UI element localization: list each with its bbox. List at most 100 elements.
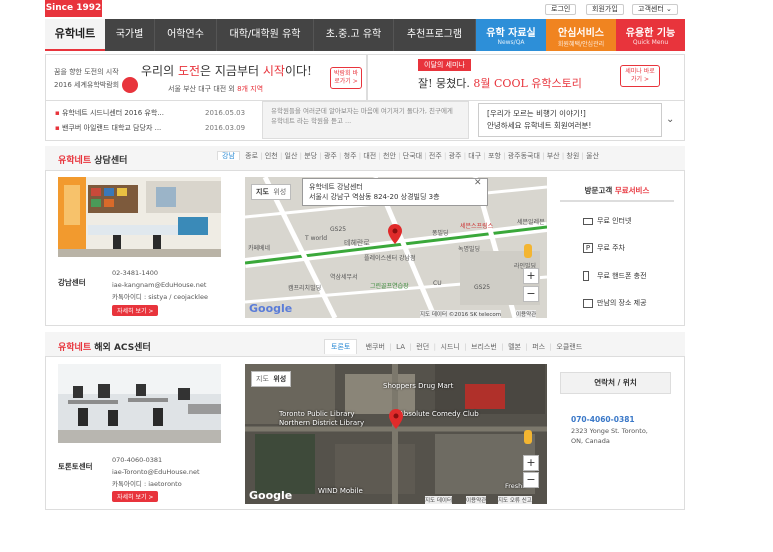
nav-recommend[interactable]: 추천프로그램	[394, 19, 476, 51]
tab-center[interactable]: 단국대	[403, 152, 422, 160]
news-date: 2016.03.09	[205, 124, 246, 132]
service-label: 무료 주차	[597, 244, 625, 252]
tab-center[interactable]: 종로	[245, 152, 258, 160]
tab-center[interactable]: 천안	[383, 152, 396, 160]
tab-center[interactable]: 분당	[304, 152, 317, 160]
tab-center[interactable]: 부산	[547, 152, 560, 160]
tab-gangnam[interactable]: 강남	[217, 151, 240, 160]
gangnam-center-photo	[58, 177, 221, 257]
seminar-button[interactable]: 세미나 바로가기 >	[620, 65, 660, 87]
tab-center[interactable]: 대전	[363, 152, 376, 160]
tab-center[interactable]: 인천	[265, 152, 278, 160]
map-label: Toronto Public Library	[279, 410, 355, 418]
tab-center[interactable]: 포항	[488, 152, 501, 160]
nav-safety-service[interactable]: 안심서비스 회원혜택/안심관리	[546, 19, 616, 51]
tab-center[interactable]: 창원	[566, 152, 579, 160]
chevron-down-icon[interactable]: ⌄	[666, 114, 674, 125]
tab-center[interactable]: 광주	[324, 152, 337, 160]
nav-university[interactable]: 대학/대학원 유학	[217, 19, 314, 51]
fair-badge-icon	[122, 77, 138, 93]
toronto-email[interactable]: iae-Toronto@EduHouse.net	[112, 467, 200, 477]
service-phone-charge: 무료 핸드폰 충전	[583, 271, 647, 281]
fair-button[interactable]: 박람회 바로가기 >	[330, 67, 362, 89]
tab-center[interactable]: 오클랜드	[556, 343, 582, 351]
login-link[interactable]: 로그인	[545, 4, 577, 15]
tab-center[interactable]: 일산	[285, 152, 298, 160]
map-label: 캠프리치빌딩	[288, 285, 322, 292]
satellite-tab[interactable]: 위성	[273, 375, 286, 383]
tab-center[interactable]: 멜본	[508, 343, 521, 351]
pegman-icon[interactable]	[524, 244, 532, 258]
map-terms-link[interactable]: 이용약관	[466, 496, 487, 504]
phone-charge-icon	[583, 271, 589, 281]
nav-country[interactable]: 국가별	[105, 19, 155, 51]
map-label: Shoppers Drug Mart	[383, 382, 454, 390]
office-photo	[58, 177, 221, 257]
news-item[interactable]: ▪ 밴쿠버 아일랜드 대학교 담당자 ...	[55, 123, 161, 133]
nav-resources-title: 유학 자료실	[486, 28, 536, 39]
pegman-icon[interactable]	[524, 430, 532, 444]
zoom-out-button[interactable]: −	[523, 472, 539, 488]
fair-banner[interactable]: 꿈을 향한 도전의 시작 2016 세계유학박람회 우리의 도전은 지금부터 시…	[45, 54, 367, 101]
seminar-headline: 잘! 뭉쳤다. 8월 COOL 유학스토리	[418, 77, 582, 90]
map-label: CU	[433, 280, 442, 287]
notice-box[interactable]: [우리가 모르는 비행기 이야기!] 안녕하세요 유학네트 회원여러분!	[478, 103, 662, 137]
tab-center[interactable]: 퍼스	[532, 343, 545, 351]
tab-center[interactable]: 광주동국대	[508, 152, 540, 160]
tab-center[interactable]: 런던	[416, 343, 429, 351]
map-report-link[interactable]: 지도 오류 신고	[498, 496, 532, 504]
join-link[interactable]: 회원가입	[586, 4, 624, 15]
contact-address-line1: 2323 Yonge St. Toronto,	[571, 427, 648, 435]
map-view-toggle[interactable]: 지도 위성	[251, 184, 292, 200]
nav-resources[interactable]: 유학 자료실 News/QA	[476, 19, 546, 51]
map-marker-icon[interactable]	[389, 409, 403, 429]
close-icon[interactable]: ✕	[474, 178, 482, 188]
tab-center[interactable]: 전주	[429, 152, 442, 160]
review-promo[interactable]: 유학원들을 여러군데 알아보자는 마음에 여기저기 돌다가, 친구에게 유학네트…	[262, 101, 469, 139]
seminar-banner[interactable]: 이달의 세미나 잘! 뭉쳤다. 8월 COOL 유학스토리 세미나 바로가기 >	[367, 54, 685, 101]
map-label: GS25	[474, 284, 491, 291]
map-marker-icon[interactable]	[388, 224, 402, 244]
tab-center[interactable]: 밴쿠버	[366, 343, 385, 351]
map-view-toggle[interactable]: 지도 위성	[251, 371, 292, 387]
map-label: 녹명빌딩	[458, 246, 481, 253]
tab-center[interactable]: 청주	[344, 152, 357, 160]
tab-center[interactable]: 광주	[449, 152, 462, 160]
tab-center[interactable]: 대구	[468, 152, 481, 160]
gangnam-detail-button[interactable]: 자세히 보기 >	[112, 305, 159, 316]
tab-center[interactable]: LA	[396, 343, 405, 351]
map-label: 세븐일레븐	[517, 219, 545, 226]
customer-center-link[interactable]: 고객센터 ⌄	[632, 4, 678, 15]
tab-center[interactable]: 브리스번	[471, 343, 497, 351]
contact-title: 연락처 / 위치	[560, 372, 671, 394]
gangnam-email[interactable]: iae-kangnam@EduHouse.net	[112, 280, 206, 290]
map-terms-link[interactable]: 이용약관	[516, 310, 537, 318]
nav-k12[interactable]: 초.중.고 유학	[314, 19, 394, 51]
map-label: GS25	[330, 226, 347, 233]
tab-center[interactable]: 시드니	[440, 343, 459, 351]
meeting-icon	[583, 298, 593, 308]
contact-phone: 070-4060-0381	[571, 415, 635, 424]
toronto-detail-button[interactable]: 자세히 보기 >	[112, 491, 159, 502]
zoom-out-button[interactable]: −	[523, 286, 539, 302]
zoom-in-button[interactable]: +	[523, 455, 539, 471]
tab-center[interactable]: 울산	[586, 152, 599, 160]
satellite-tab[interactable]: 위성	[273, 188, 286, 196]
contact-address-line2: ON, Canada	[571, 437, 610, 445]
nav-language-study[interactable]: 어학연수	[155, 19, 217, 51]
news-item[interactable]: ▪ 유학네트 시드니센터 2016 유학...	[55, 108, 164, 118]
tab-toronto[interactable]: 토론토	[324, 339, 358, 354]
zoom-in-button[interactable]: +	[523, 268, 539, 284]
map-tab[interactable]: 지도	[256, 188, 269, 196]
notice-title: [우리가 모르는 비행기 이야기!]	[487, 109, 586, 118]
news-date: 2016.05.03	[205, 109, 246, 117]
nav-quick-menu[interactable]: 유용한 기능 Quick Menu	[616, 19, 685, 51]
chevron-down-icon: ⌄	[666, 5, 672, 13]
notice-body: 안녕하세요 유학네트 회원여러분!	[487, 121, 592, 130]
map-label: 플레이스센터 강남점	[364, 255, 416, 262]
map-label: 세븐스프링스	[460, 223, 494, 230]
map-label: Absolute Comedy Club	[399, 410, 479, 418]
map-label: 테헤란로	[344, 239, 370, 247]
site-logo[interactable]: 유학네트	[45, 19, 105, 51]
map-tab[interactable]: 지도	[256, 375, 269, 383]
